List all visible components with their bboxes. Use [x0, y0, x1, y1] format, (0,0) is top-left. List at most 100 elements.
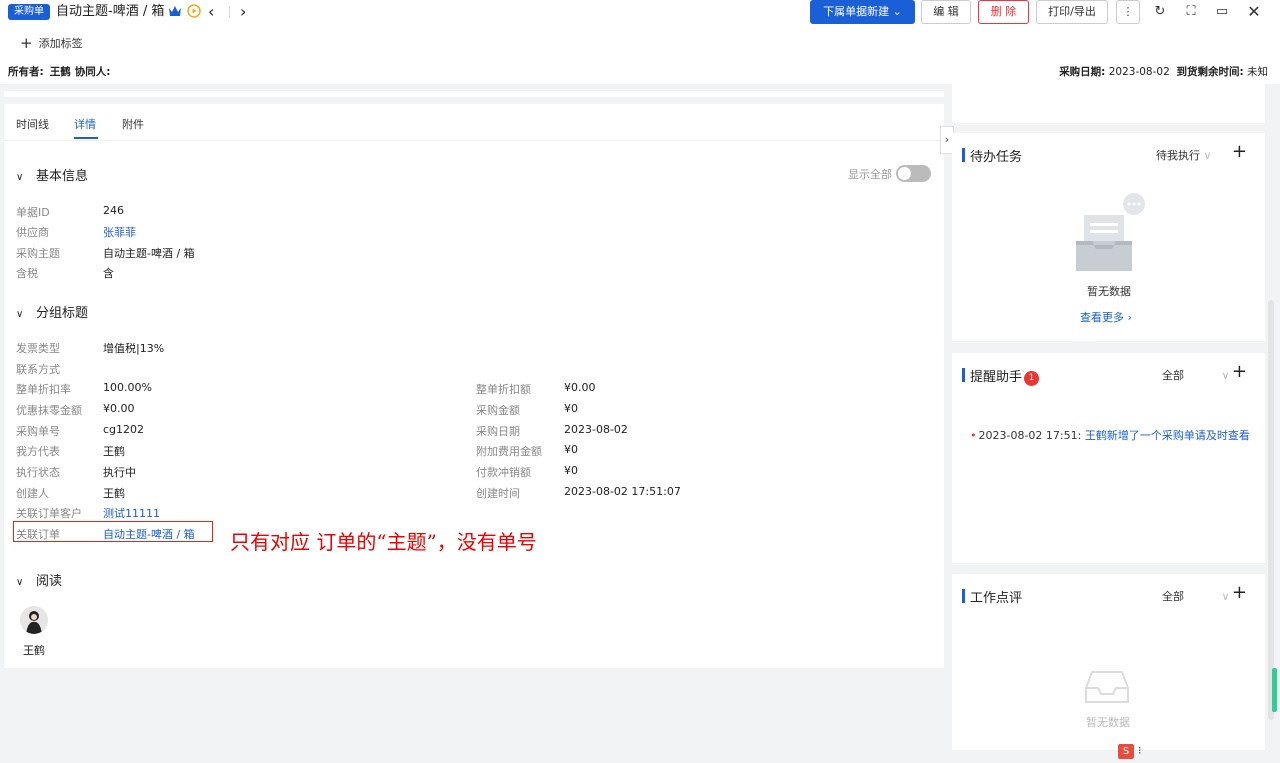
field-label: 我方代表 — [16, 445, 60, 458]
right-top-card — [952, 84, 1265, 123]
bullet-icon: • — [970, 429, 977, 442]
more-dots-icon[interactable]: ⁝ — [1138, 744, 1142, 757]
field-label: 采购金额 — [476, 404, 520, 417]
annotation-text: 只有对应 订单的“主题”，没有单号 — [230, 530, 537, 554]
field-value: 王鹤 — [103, 445, 125, 458]
remaining-time-label: 到货剩余时间: — [1176, 66, 1244, 78]
todo-filter-select[interactable]: 待我执行 ∨ — [1156, 147, 1212, 163]
field-value: 执行中 — [103, 466, 136, 479]
reminder-card: 提醒助手 1 全部 ∨ + • 2023-08-02 17:51: 王鹤新增了一个采… — [952, 353, 1265, 563]
field-value: 2023-08-02 17:51:07 — [564, 485, 681, 498]
play-circle-icon[interactable] — [187, 4, 201, 18]
delete-button[interactable]: 删 除 — [978, 0, 1029, 24]
empty-message: 暂无数据 — [1086, 716, 1130, 729]
owner-label: 所有者: — [8, 66, 44, 78]
review-card: 工作点评 全部 ∨ + 暂无数据 — [952, 574, 1265, 750]
purchase-date-value: 2023-08-02 — [1108, 66, 1170, 78]
field-label: 供应商 — [16, 226, 49, 239]
owner-value: 王鹤 — [49, 66, 71, 78]
field-label: 付款冲销额 — [476, 466, 531, 479]
reminder-time: 2023-08-02 17:51: — [978, 429, 1082, 442]
chevron-down-icon: ∨ — [16, 172, 24, 183]
edit-button[interactable]: 编 辑 — [921, 0, 971, 24]
previous-record-icon[interactable]: ‹ — [208, 2, 214, 21]
field-label: 创建时间 — [476, 487, 520, 500]
field-value: ¥0 — [564, 402, 578, 415]
field-label: 整单折扣率 — [16, 383, 71, 396]
field-label: 发票类型 — [16, 342, 60, 355]
chevron-down-icon: ⌄ — [892, 5, 902, 18]
field-label: 单据ID — [16, 206, 50, 219]
field-value: 自动主题-啤酒 / 箱 — [103, 247, 195, 260]
avatar — [20, 606, 48, 634]
refresh-icon[interactable]: ↻ — [1150, 2, 1170, 22]
close-icon[interactable]: ✕ — [1244, 2, 1264, 22]
filter-value: 待我执行 — [1156, 149, 1200, 162]
detail-panel: 时间线 详情 附件 显示全部 ∨ 基本信息 单据ID 246 供应商 张菲菲 采购… — [4, 104, 944, 668]
doc-type-badge: 采购单 — [8, 4, 50, 20]
next-record-icon[interactable]: › — [240, 2, 246, 21]
supplier-link[interactable]: 张菲菲 — [103, 224, 136, 240]
chevron-down-icon: ∨ — [1203, 149, 1212, 162]
more-vertical-icon: ⋮ — [1122, 5, 1134, 18]
new-sub-document-button[interactable]: 下属单据新建 ⌄ — [810, 0, 915, 24]
view-more-label: 查看更多 — [1080, 311, 1124, 324]
add-reminder-icon[interactable]: + — [1232, 361, 1247, 382]
related-order-customer-link[interactable]: 测试11111 — [103, 505, 160, 521]
section-group[interactable]: ∨ 分组标题 — [16, 302, 88, 321]
section-read[interactable]: ∨ 阅读 — [16, 570, 62, 589]
field-value: ¥0 — [564, 443, 578, 456]
divider — [229, 6, 230, 18]
reminder-link[interactable]: 王鹤新增了一个采购单请及时查看 — [1085, 429, 1250, 442]
add-review-icon[interactable]: + — [1232, 582, 1247, 603]
tab-bar: 时间线 详情 附件 — [4, 104, 944, 141]
field-label: 采购单号 — [16, 425, 60, 438]
show-all-label: 显示全部 — [848, 168, 892, 181]
show-all-toggle[interactable] — [896, 165, 931, 182]
field-label: 创建人 — [16, 487, 49, 500]
field-value: 含 — [103, 267, 114, 280]
purchase-date-info: 采购日期: 2023-08-02 到货剩余时间: 未知 — [1059, 64, 1268, 79]
section-basic-info[interactable]: ∨ 基本信息 — [16, 165, 88, 184]
view-more-link[interactable]: 查看更多 › — [1080, 309, 1132, 325]
remaining-time-value: 未知 — [1247, 66, 1268, 78]
review-filter-select[interactable]: 全部 ∨ — [1162, 588, 1230, 604]
purchase-date-label: 采购日期: — [1059, 66, 1106, 78]
field-value: 增值税|13% — [103, 342, 165, 355]
fullscreen-icon[interactable]: ⛶ — [1181, 2, 1201, 22]
card-title: 提醒助手 1 — [961, 366, 1040, 386]
crown-icon[interactable] — [168, 4, 182, 18]
section-title: 分组标题 — [36, 306, 89, 321]
header: 采购单 自动主题-啤酒 / 箱 ‹ › 下属单据新建 ⌄ 编 辑 删 除 打印/… — [0, 0, 1280, 84]
reader-name: 王鹤 — [23, 644, 45, 657]
add-tag-button[interactable]: + 添加标签 — [20, 34, 83, 52]
app-s-icon[interactable]: S — [1118, 744, 1134, 759]
chevron-down-icon: ∨ — [16, 577, 24, 588]
scrollbar[interactable] — [1268, 300, 1274, 720]
reminder-item[interactable]: • 2023-08-02 17:51: 王鹤新增了一个采购单请及时查看 — [970, 427, 1250, 443]
card-title: 待办任务 — [961, 146, 1022, 165]
field-label: 执行状态 — [16, 466, 60, 479]
field-value: 王鹤 — [103, 487, 125, 500]
add-tag-label: 添加标签 — [38, 37, 83, 50]
window-mode-icon[interactable]: ▭ — [1212, 2, 1232, 22]
field-value: 246 — [103, 204, 124, 217]
print-export-button[interactable]: 打印/导出 — [1036, 0, 1108, 24]
field-label: 附加费用金额 — [476, 445, 542, 458]
reminder-filter-select[interactable]: 全部 ∨ — [1162, 367, 1230, 383]
annotation-highlight-box — [13, 521, 213, 542]
field-label: 整单折扣额 — [476, 383, 531, 396]
owner-info: 所有者: 王鹤 协同人: — [8, 64, 116, 79]
tab-attachments[interactable]: 附件 — [122, 116, 144, 132]
scrollbar-thumb[interactable] — [1272, 668, 1277, 712]
main-top-strip — [4, 91, 944, 97]
field-value: 2023-08-02 — [564, 423, 628, 436]
more-menu-button[interactable]: ⋮ — [1116, 0, 1140, 24]
field-label: 采购主题 — [16, 247, 60, 260]
unread-count-badge: 1 — [1024, 371, 1040, 386]
tab-details[interactable]: 详情 — [74, 116, 96, 132]
field-value: ¥0 — [564, 464, 578, 477]
add-todo-icon[interactable]: + — [1232, 141, 1247, 162]
chevron-right-icon: › — [1124, 311, 1132, 324]
tab-timeline[interactable]: 时间线 — [16, 116, 49, 132]
